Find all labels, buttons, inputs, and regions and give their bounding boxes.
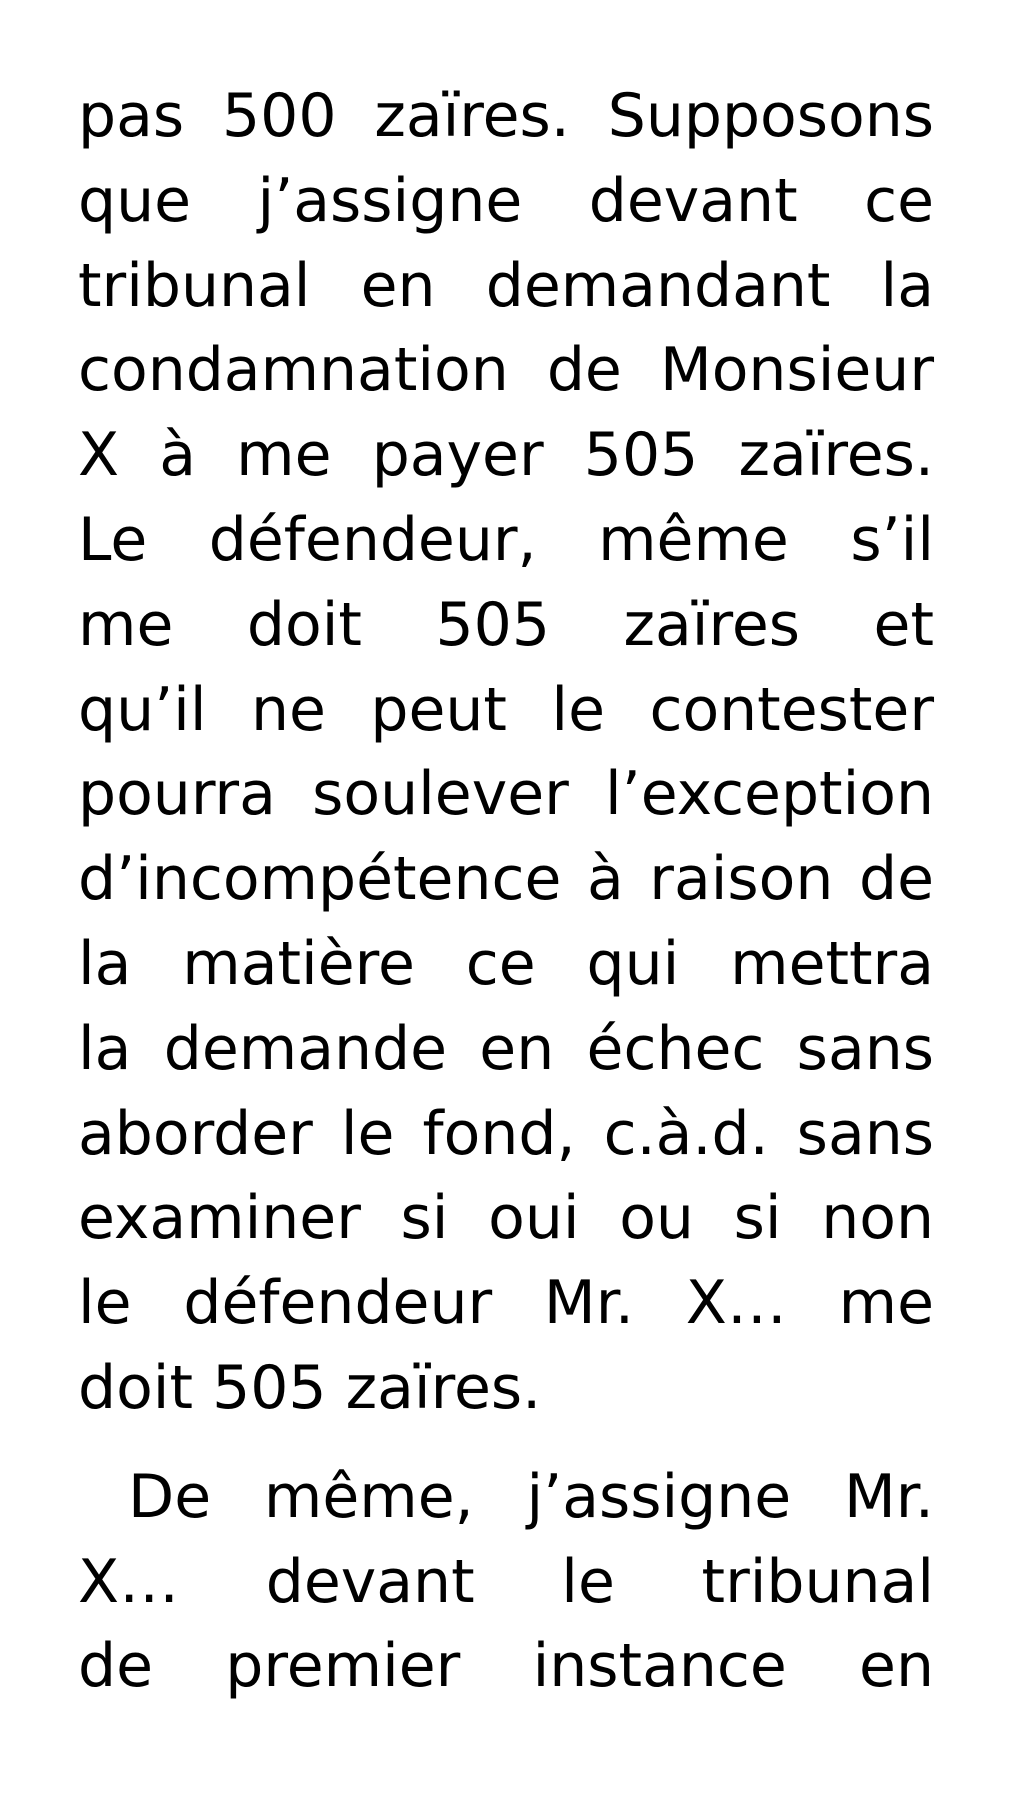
text-line: de premier instance en [78,1631,934,1702]
text-line: aborder le fond, c.à.d. sans [78,1098,934,1169]
text-line: pas 500 zaïres. Supposons [78,81,934,151]
text-line: la demande en échec sans [78,1013,934,1084]
text-line: que j’assigne devant ce [78,165,934,236]
text-line: X à me payer 505 zaïres. [78,420,934,491]
text-line: doit 505 zaïres. [78,1352,542,1423]
text-line: d’incompétence à raison de [78,844,934,915]
text-line: condamnation de Monsieur [78,335,934,406]
text-line: qu’il ne peut le contester [78,674,934,745]
text-line: X… devant le tribunal [78,1546,934,1617]
text-line: pourra soulever l’exception [78,759,934,830]
paragraph-1: pas 500 zaïres. Supposons que j’assigne … [78,74,934,1431]
text-line: Le défendeur, même s’il [78,504,934,575]
text-line: tribunal en demandant la [78,250,934,321]
document-page: pas 500 zaïres. Supposons que j’assigne … [78,74,934,1709]
text-line: le défendeur Mr. X… me [78,1268,934,1339]
text-line: examiner si oui ou si non [78,1183,934,1254]
paragraph-2: De même, j’assigne Mr. X… devant le trib… [78,1455,934,1709]
text-line: me doit 505 zaïres et [78,589,934,660]
text-line: De même, j’assigne Mr. [128,1461,934,1532]
text-line: la matière ce qui mettra [78,928,934,999]
